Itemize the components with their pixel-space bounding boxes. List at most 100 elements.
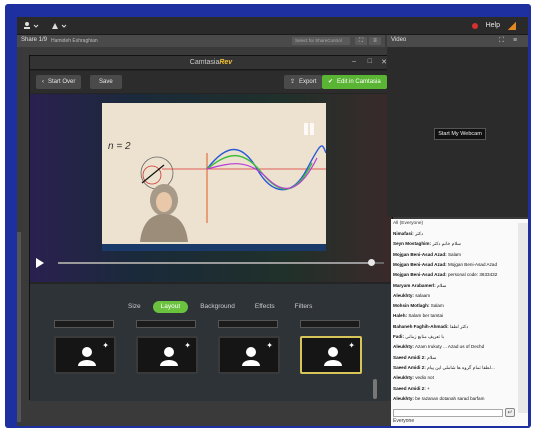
chat-message: Haleh: Salam ber tamtai: [393, 313, 515, 318]
chat-sender: Aleukhty:: [393, 344, 414, 350]
layout-option-partial[interactable]: [54, 320, 114, 328]
layout-option-partial[interactable]: [300, 320, 360, 328]
chat-recipient: All (Everyone): [393, 221, 424, 226]
layout-panel: Size Layout Background Effects Filters ✦ ✦ ✦ ✦: [30, 284, 392, 401]
chat-sender: Saeed Amidi 2:: [393, 354, 426, 360]
play-icon[interactable]: [36, 258, 44, 268]
sparkle-icon: ✦: [184, 341, 191, 350]
record-icon[interactable]: [472, 23, 478, 29]
share-pod-header: Share 1/9 Hamideh Eshraghian Select for …: [17, 35, 385, 47]
start-over-button[interactable]: ‹ Start Over: [36, 75, 82, 89]
camtasia-titlebar: CamtasiaRev – □ ✕: [30, 56, 392, 70]
signal-icon: [508, 22, 516, 30]
check-icon: ✔: [328, 79, 334, 85]
chat-message: Mohsin Motlagh: Salam: [393, 303, 515, 308]
chat-pod: All (Everyone) Nimafasi: دکتر Seyn Mostag…: [391, 219, 528, 426]
chat-text: vedio not: [415, 375, 434, 381]
edit-in-camtasia-button[interactable]: ✔ Edit in Camtasia: [322, 75, 387, 89]
chat-text: سلام: [427, 354, 437, 360]
sparkle-icon: ✦: [102, 341, 109, 350]
tab-effects[interactable]: Effects: [247, 301, 283, 313]
layout-option-partial[interactable]: [136, 320, 196, 328]
window-frame: Help Share 1/9 Hamideh Eshraghian Select…: [5, 4, 531, 428]
share-control-select[interactable]: Select for ShareControl: [292, 37, 350, 45]
chat-text: دکتر لطفا: [449, 323, 469, 329]
chat-sender: Saeed Amidi 2:: [393, 385, 426, 391]
avatar-icon: [242, 347, 260, 366]
avatar-icon: [160, 347, 178, 366]
seek-progress: [58, 262, 371, 264]
chat-message: Mojgan Beni-Asad Azad: Salam: [393, 252, 515, 257]
chat-text: سلام خانم دکتر: [432, 241, 462, 247]
chat-message: Mojgan Beni-Asad Azad: personal code: 36…: [393, 272, 515, 277]
chat-input[interactable]: [393, 409, 503, 417]
pod-menu-icon[interactable]: ≡: [369, 37, 381, 45]
video-preview[interactable]: n = 2: [30, 94, 392, 282]
chat-message: Saeed Amidi 2: لطفا تمام گروه ها شاملی ا…: [393, 365, 515, 371]
chat-message: Seyn Mostaghim: سلام خانم دکتر: [393, 241, 515, 247]
share-scrollbar[interactable]: [17, 232, 21, 422]
chat-scrollbar[interactable]: [518, 223, 528, 413]
chat-sender: Bahaneh Faghih-Ahmadi:: [393, 323, 449, 329]
chat-message: Aleukhty: be razanan dotanah sarad barfa…: [393, 396, 515, 401]
chat-text: salaam: [415, 292, 431, 298]
tab-background[interactable]: Background: [192, 301, 243, 313]
export-button[interactable]: ⇪ Export: [284, 75, 323, 89]
chat-text: دکتر: [414, 231, 424, 236]
layout-option[interactable]: ✦: [54, 336, 116, 374]
chat-sender: Mojgan Beni-Asad Azad:: [393, 251, 447, 257]
chat-sender: Aleukhty:: [393, 375, 414, 381]
chat-sender: Seyn Mostaghim:: [393, 241, 432, 247]
seek-bar[interactable]: [58, 262, 384, 264]
layout-option[interactable]: ✦: [218, 336, 280, 374]
fullscreen-icon[interactable]: ⛶: [355, 37, 367, 45]
layout-option[interactable]: ✦: [300, 336, 362, 374]
minimize-icon[interactable]: –: [352, 58, 356, 65]
chat-sender: Saeed Amidi 2:: [393, 364, 426, 370]
avatar-icon: [324, 347, 342, 366]
save-button[interactable]: Save: [90, 75, 122, 89]
slide-taskbar: [102, 244, 326, 251]
layout-option-partial[interactable]: [218, 320, 278, 328]
chat-sender: Mojgan Beni-Asad Azad:: [393, 272, 447, 278]
chat-message: Maryam Arabamerl: سلام: [393, 283, 515, 289]
presenter-name: Hamideh Eshraghian: [51, 37, 98, 44]
help-menu[interactable]: Help: [486, 22, 500, 29]
app-window: Help Share 1/9 Hamideh Eshraghian Select…: [17, 17, 528, 426]
share-pod-title: Share 1/9: [21, 37, 48, 43]
user-menu-icon[interactable]: [23, 21, 39, 32]
chat-message: Bahaneh Faghih-Ahmadi: دکتر لطفا: [393, 324, 515, 330]
chat-recipient-select[interactable]: Everyone: [393, 418, 414, 424]
chat-text: Mojgan Beni-Asad Azad: [447, 261, 497, 267]
chat-text: be razanan dotanah sarad barfam: [415, 395, 485, 401]
chat-text: Salam ber tamtai: [408, 313, 444, 319]
video-pod-title: Video: [391, 37, 407, 43]
chat-sender: Mohsin Motlagh:: [393, 303, 430, 309]
app-title: CamtasiaRev: [189, 59, 233, 66]
tab-size[interactable]: Size: [120, 301, 149, 313]
chat-sender: Fadi:: [393, 334, 404, 339]
panel-scrollbar[interactable]: [373, 379, 377, 399]
wave-diagram: [140, 145, 326, 223]
status-menu-icon[interactable]: [51, 21, 67, 32]
maximize-icon[interactable]: □: [368, 58, 372, 65]
tab-filters[interactable]: Filters: [287, 301, 321, 313]
start-webcam-button[interactable]: Start My Webcam: [434, 128, 486, 140]
pause-overlay-icon[interactable]: [304, 123, 316, 137]
chat-message: Aleukhty: vedio not: [393, 375, 515, 380]
pod-menu-icon[interactable]: ≡: [513, 37, 517, 44]
chat-message: Saeed Amidi 2: +: [393, 386, 515, 391]
chevron-left-icon: ‹: [42, 79, 44, 85]
sparkle-icon: ✦: [266, 341, 273, 350]
tab-layout[interactable]: Layout: [152, 301, 189, 313]
chat-text: Azam Irukuty ... Azad us of Dechd: [414, 344, 485, 350]
chat-sender: Aleukhty:: [393, 395, 414, 401]
chat-message: Aleukhty: salaam: [393, 293, 515, 298]
fullscreen-icon[interactable]: ⛶: [499, 37, 504, 45]
chat-sender: Nimafasi:: [393, 231, 414, 236]
seek-handle[interactable]: [367, 259, 375, 266]
chat-sender: Maryam Arabamerl:: [393, 282, 436, 288]
chat-text: Salam: [430, 303, 444, 309]
layout-option[interactable]: ✦: [136, 336, 198, 374]
send-icon[interactable]: ↵: [505, 408, 515, 417]
